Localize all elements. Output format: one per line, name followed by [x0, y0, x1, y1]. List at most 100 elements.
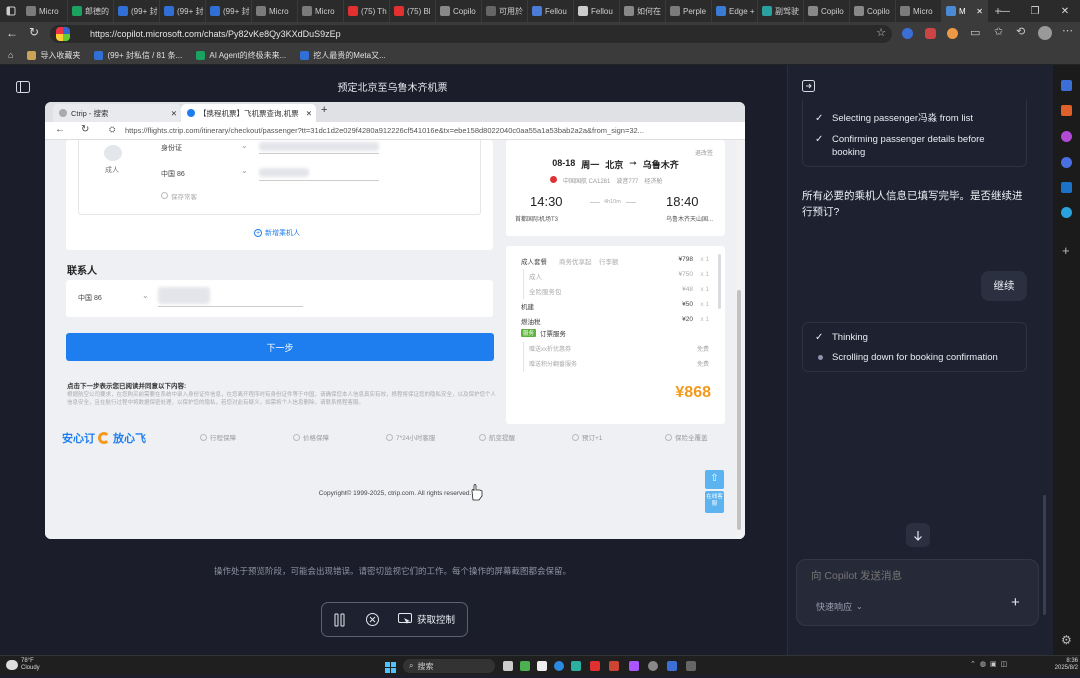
browser-tab[interactable]: M ✕	[942, 0, 988, 22]
extension-icon-2[interactable]	[925, 28, 936, 39]
favorite-link[interactable]: (99+ 封私信 / 81 条...	[94, 50, 182, 61]
browser-tab[interactable]: 副驾驶	[758, 0, 804, 22]
inner-new-tab-button[interactable]: +	[321, 104, 327, 116]
extension-icon-3[interactable]	[947, 28, 958, 39]
browser-tab[interactable]: (75) Bl	[390, 0, 436, 22]
inner-tab-ctrip-flights[interactable]: 【携程机票】飞机票查询,机票 ✕	[181, 104, 316, 122]
total-price: ¥868	[675, 384, 711, 401]
phone-country-select[interactable]: 中国 86	[161, 169, 185, 179]
browser-tab[interactable]: Copilo	[804, 0, 850, 22]
taskbar-app-6[interactable]	[590, 661, 600, 671]
favorite-link[interactable]: AI Agent的终极未来...	[196, 50, 286, 61]
browser-tab[interactable]: Perple	[666, 0, 712, 22]
tray-icons[interactable]: ⌃◍▣◫	[970, 660, 1011, 668]
browser-tab[interactable]: 郎德的	[68, 0, 114, 22]
browser-tab[interactable]: Micro	[896, 0, 942, 22]
taskbar-app-3[interactable]	[537, 661, 547, 671]
profile-avatar[interactable]	[1038, 26, 1052, 40]
browser-tab[interactable]: Copilo	[850, 0, 896, 22]
stop-button[interactable]	[365, 612, 380, 632]
browser-tab[interactable]: Copilo	[436, 0, 482, 22]
online-service-button[interactable]: 在线客服	[705, 491, 724, 513]
tab-actions-icon[interactable]	[0, 0, 22, 22]
browser-tab[interactable]: (99+ 封	[206, 0, 252, 22]
browser-tab[interactable]: (75) Th	[344, 0, 390, 22]
favorite-link[interactable]: 挖人最贵的Meta又...	[300, 50, 386, 61]
refresh-icon[interactable]: ↻	[29, 25, 39, 39]
taskbar-app-1[interactable]	[503, 661, 513, 671]
back-icon[interactable]: ←	[6, 26, 18, 40]
minimize-button[interactable]: —	[990, 0, 1020, 22]
message-input[interactable]	[811, 570, 1021, 582]
service-row-value: 免费	[696, 362, 709, 368]
extension-icon-1[interactable]	[902, 28, 913, 39]
browser-tab[interactable]: Edge +	[712, 0, 758, 22]
pause-button[interactable]	[334, 613, 346, 632]
inner-refresh-icon[interactable]: ↻	[81, 124, 89, 135]
taskbar-app-9[interactable]	[648, 661, 658, 671]
browser-tab[interactable]: Fellou	[574, 0, 620, 22]
exit-panel-icon[interactable]	[802, 79, 815, 97]
scroll-down-button[interactable]	[906, 523, 930, 547]
inner-url-text[interactable]: https://flights.ctrip.com/itinerary/chec…	[125, 126, 737, 135]
tab-close-icon[interactable]: ✕	[976, 7, 983, 16]
browser-tab[interactable]: Micro	[298, 0, 344, 22]
inner-tab-ctrip-search[interactable]: Ctrip - 搜索 ✕	[53, 104, 181, 122]
price-scrollbar[interactable]	[718, 254, 721, 309]
taskbar-app-10[interactable]	[667, 661, 677, 671]
inner-tab-close-icon[interactable]: ✕	[306, 109, 312, 118]
back-to-top-button[interactable]: ⇧	[705, 470, 724, 489]
next-step-button[interactable]: 下一步	[66, 333, 494, 361]
tab-favicon-icon	[486, 6, 496, 16]
split-screen-icon[interactable]: ▭	[970, 26, 980, 39]
close-window-button[interactable]: ✕	[1050, 0, 1080, 22]
add-passenger-button[interactable]: + 新增乘机人	[254, 228, 300, 238]
favorites-icon[interactable]: ✩	[994, 25, 1003, 38]
inner-tab-close-icon[interactable]: ✕	[171, 109, 177, 118]
taskbar-app-2[interactable]	[520, 661, 530, 671]
shopping-icon[interactable]	[1061, 80, 1072, 91]
take-control-button[interactable]: 获取控制	[398, 612, 455, 626]
id-type-select[interactable]: 身份证	[161, 143, 182, 153]
inner-back-icon[interactable]: ←	[55, 124, 65, 135]
inner-site-info-icon[interactable]: ⛭	[109, 125, 115, 135]
more-menu-icon[interactable]: ⋯	[1062, 24, 1073, 37]
refund-rules-link[interactable]: 退改签	[695, 148, 713, 157]
browser-tab[interactable]: Micro	[252, 0, 298, 22]
package-tag[interactable]: 商务优享起	[559, 256, 592, 266]
browser-tab[interactable]: Fellou	[528, 0, 574, 22]
baggage-tag[interactable]: 行李额	[599, 256, 619, 266]
start-button[interactable]	[385, 660, 396, 678]
browser-tab[interactable]: (99+ 封	[160, 0, 206, 22]
save-frequent-checkbox[interactable]	[161, 192, 168, 199]
taskbar-app-7[interactable]	[609, 661, 619, 671]
quick-reply-select[interactable]: 快速响应 ⌄	[816, 600, 863, 613]
browser-tab[interactable]: 如何在	[620, 0, 666, 22]
taskbar-app-5[interactable]	[571, 661, 581, 671]
taskbar-app-8[interactable]	[629, 661, 639, 671]
attach-plus-button[interactable]: +	[1011, 594, 1020, 611]
history-icon[interactable]: ⟲	[1016, 25, 1025, 38]
chat-scrollbar[interactable]	[1043, 495, 1046, 615]
browser-tab[interactable]: 可用於	[482, 0, 528, 22]
browser-tab[interactable]: Micro	[22, 0, 68, 22]
favorite-star-icon[interactable]: ☆	[876, 26, 886, 39]
browser-tab[interactable]: (99+ 封	[114, 0, 160, 22]
maximize-button[interactable]: ❐	[1020, 0, 1050, 22]
telegram-icon[interactable]	[1061, 207, 1072, 218]
games-icon[interactable]	[1061, 131, 1072, 142]
add-sidebar-app-icon[interactable]: +	[1062, 243, 1070, 258]
copilot-icon[interactable]	[1061, 157, 1072, 168]
inner-page-scrollbar[interactable]	[736, 140, 742, 539]
url-field[interactable]: https://copilot.microsoft.com/chats/Py82…	[50, 25, 892, 43]
favorite-link[interactable]: 导入收藏夹	[27, 50, 80, 61]
outlook-icon[interactable]	[1061, 182, 1072, 193]
feature-icon	[572, 433, 579, 441]
search-icon: ⌕	[409, 661, 414, 670]
contact-country-select[interactable]: 中国 86	[78, 293, 102, 303]
sidebar-settings-icon[interactable]: ⚙	[1061, 633, 1072, 647]
tools-icon[interactable]	[1061, 105, 1072, 116]
taskbar-app-11[interactable]	[686, 661, 696, 671]
taskbar-search[interactable]: ⌕ 搜索	[403, 659, 495, 673]
taskbar-app-4[interactable]	[554, 661, 564, 671]
